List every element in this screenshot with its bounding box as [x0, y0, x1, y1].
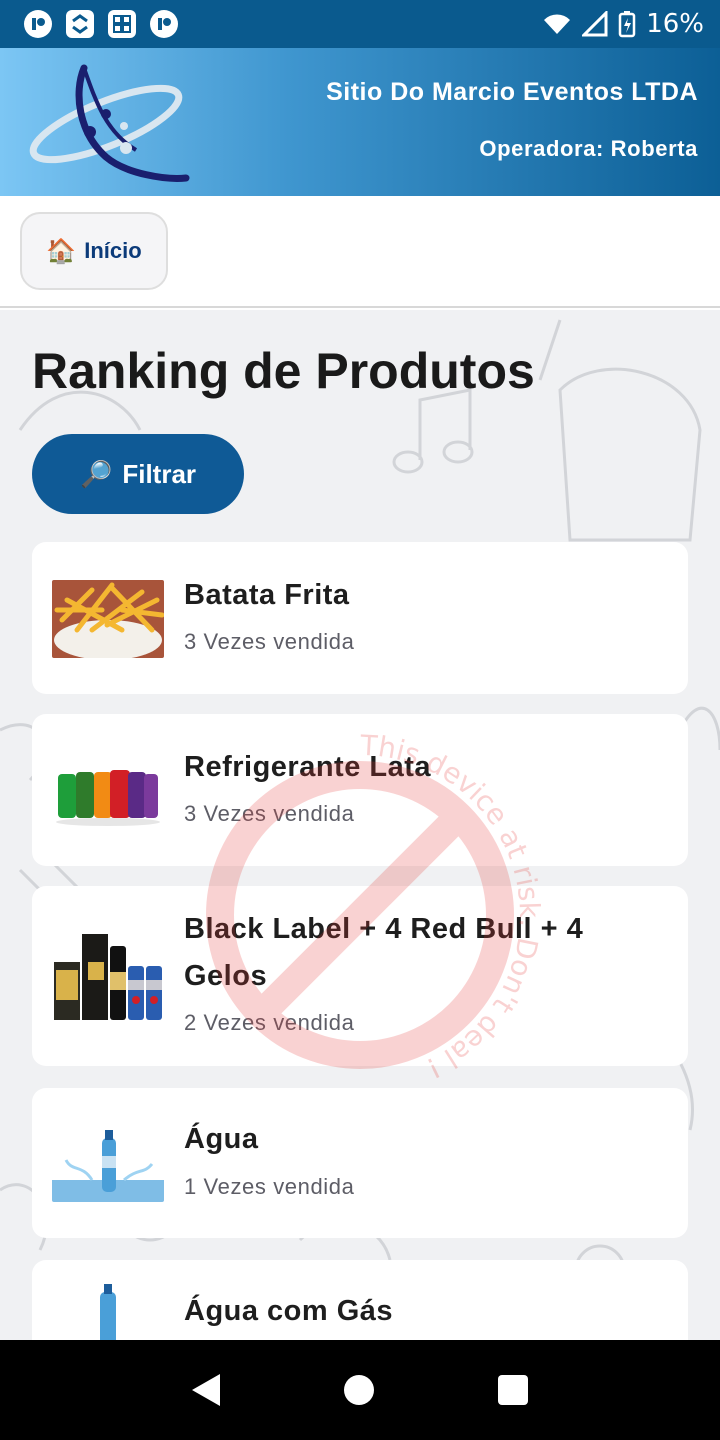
product-card[interactable]: Batata Frita 3 Vezes vendida	[32, 542, 688, 694]
product-sales-count: 3 Vezes vendida	[184, 801, 355, 826]
filter-button-label: Filtrar	[122, 458, 197, 489]
fries-image	[52, 580, 164, 658]
toolbar: 🏠 Início	[0, 196, 720, 308]
app-icon	[150, 10, 178, 38]
product-name: Batata Frita	[184, 579, 350, 611]
company-name: Sitio Do Marcio Eventos LTDA	[326, 78, 698, 106]
page-title: Ranking de Produtos	[32, 343, 535, 399]
back-icon[interactable]	[192, 1374, 220, 1406]
product-card[interactable]: Refrigerante Lata 3 Vezes vendida	[32, 714, 688, 866]
product-card[interactable]: Black Label + 4 Red Bull + 4 Gelos 2 Vez…	[32, 886, 688, 1066]
battery-percent: 16%	[646, 9, 704, 39]
app-icon	[24, 10, 52, 38]
home-button-label: Início	[84, 238, 142, 263]
recents-icon[interactable]	[498, 1375, 528, 1405]
wifi-icon	[544, 14, 571, 34]
product-sales-count: 3 Vezes vendida	[184, 629, 355, 654]
product-name: Black Label + 4 Red Bull + 4 Gelos	[184, 913, 584, 992]
product-card[interactable]: Água 1 Vezes vendida	[32, 1088, 688, 1238]
magnifier-icon: 🔎	[79, 458, 113, 489]
product-name: Água	[184, 1123, 259, 1155]
home-button[interactable]: 🏠 Início	[20, 212, 168, 290]
company-logo	[29, 64, 190, 182]
sparkling-water-image	[52, 1284, 164, 1340]
sync-icon	[66, 10, 94, 38]
main-content[interactable]: Ranking de Produtos 🔎 Filtrar Batata Fri…	[0, 310, 720, 1340]
status-bar: 16%	[0, 0, 720, 48]
product-sales-count: 1 Vezes vendida	[184, 1174, 355, 1199]
system-nav-bar	[0, 1340, 720, 1440]
signal-icon	[582, 11, 608, 37]
home-icon[interactable]	[344, 1375, 374, 1405]
operator-name: Operadora: Roberta	[479, 136, 698, 161]
water-bottle-image	[52, 1124, 164, 1202]
soda-cans-image	[52, 756, 164, 834]
grid-icon	[108, 10, 136, 38]
product-name: Refrigerante Lata	[184, 751, 432, 783]
product-name: Água com Gás	[184, 1295, 394, 1327]
filter-button[interactable]: 🔎 Filtrar	[32, 434, 244, 514]
whisky-redbull-image	[52, 926, 164, 1026]
app-header: Sitio Do Marcio Eventos LTDA Operadora: …	[0, 48, 720, 196]
product-sales-count: 2 Vezes vendida	[184, 1010, 355, 1035]
battery-charging-icon	[618, 11, 636, 38]
product-card[interactable]: Água com Gás	[32, 1260, 688, 1340]
house-icon: 🏠	[46, 237, 77, 265]
